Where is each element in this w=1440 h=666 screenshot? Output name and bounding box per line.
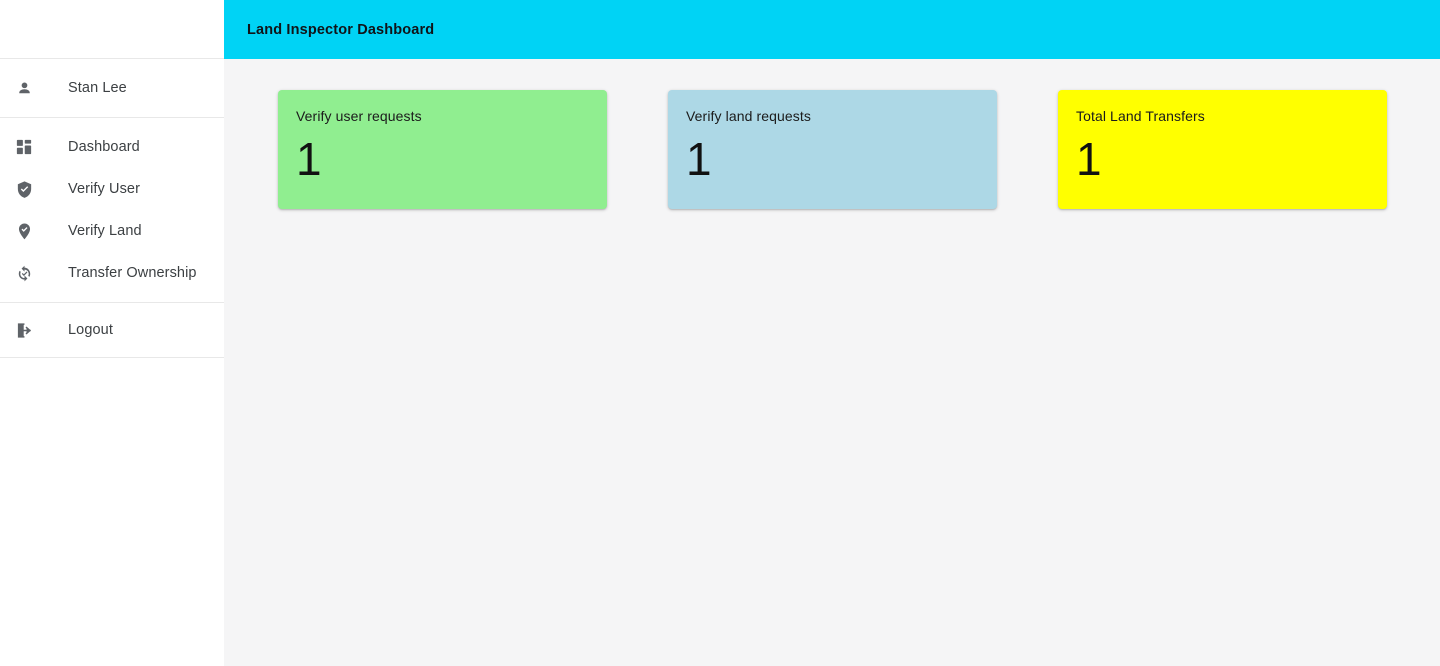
app-root: Stan Lee Dashboard Verify User Verify La… — [0, 0, 1440, 666]
top-header-bar: Land Inspector Dashboard — [224, 0, 1440, 59]
map-pin-check-icon — [0, 222, 48, 241]
sidebar-logout-section: Logout — [0, 303, 224, 358]
page-title: Land Inspector Dashboard — [247, 21, 435, 38]
logout-icon — [0, 321, 48, 340]
sidebar-nav-section: Dashboard Verify User Verify Land Transf… — [0, 118, 224, 303]
sidebar-user-name: Stan Lee — [68, 79, 127, 96]
sync-check-icon — [0, 264, 48, 283]
sidebar-item-dashboard[interactable]: Dashboard — [0, 126, 224, 168]
stat-card-total-land-transfers[interactable]: Total Land Transfers 1 — [1058, 90, 1387, 209]
stat-card-verify-user-requests[interactable]: Verify user requests 1 — [278, 90, 607, 209]
stat-card-title: Verify land requests — [686, 108, 811, 124]
stat-card-verify-land-requests[interactable]: Verify land requests 1 — [668, 90, 997, 209]
sidebar-item-verify-user[interactable]: Verify User — [0, 168, 224, 210]
sidebar-item-transfer-ownership[interactable]: Transfer Ownership — [0, 252, 224, 294]
sidebar-item-user[interactable]: Stan Lee — [0, 59, 224, 117]
dashboard-content: Verify user requests 1 Verify land reque… — [224, 59, 1440, 666]
stat-card-value: 1 — [686, 132, 712, 185]
dashboard-grid-icon — [0, 138, 48, 156]
sidebar-item-verify-user-label: Verify User — [68, 180, 141, 197]
stat-cards-row: Verify user requests 1 Verify land reque… — [278, 90, 1440, 209]
sidebar-item-dashboard-label: Dashboard — [68, 138, 140, 155]
stat-card-value: 1 — [1076, 132, 1102, 185]
sidebar-item-logout[interactable]: Logout — [0, 303, 224, 357]
stat-card-title: Verify user requests — [296, 108, 422, 124]
sidebar-item-logout-label: Logout — [68, 321, 113, 338]
sidebar-logo-area — [0, 0, 224, 59]
sidebar-user-section: Stan Lee — [0, 59, 224, 118]
stat-card-title: Total Land Transfers — [1076, 108, 1205, 124]
person-icon — [0, 79, 48, 98]
shield-check-icon — [0, 180, 48, 199]
sidebar-item-transfer-ownership-label: Transfer Ownership — [68, 264, 197, 281]
stat-card-value: 1 — [296, 132, 322, 185]
main-area: Land Inspector Dashboard Verify user req… — [224, 0, 1440, 666]
sidebar-item-verify-land[interactable]: Verify Land — [0, 210, 224, 252]
sidebar: Stan Lee Dashboard Verify User Verify La… — [0, 0, 224, 666]
sidebar-item-verify-land-label: Verify Land — [68, 222, 142, 239]
